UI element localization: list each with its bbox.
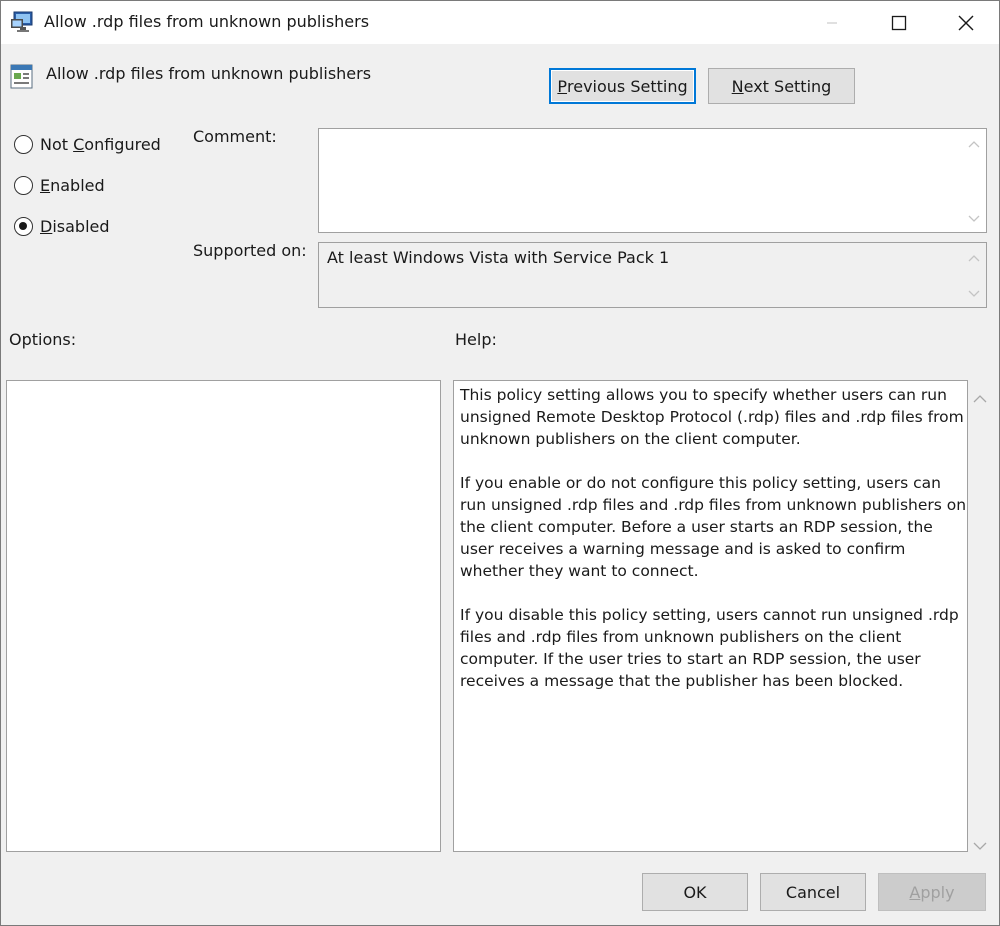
previous-setting-button[interactable]: Previous Setting xyxy=(549,68,696,104)
policy-setting-icon xyxy=(10,64,34,89)
radio-disabled[interactable]: Disabled xyxy=(14,215,110,237)
help-paragraph: If you enable or do not configure this p… xyxy=(460,474,967,580)
cancel-button[interactable]: Cancel xyxy=(760,873,866,911)
help-panel: This policy setting allows you to specif… xyxy=(453,380,968,852)
help-scroll-down-icon[interactable] xyxy=(973,836,987,855)
maximize-icon xyxy=(891,15,907,30)
radio-indicator xyxy=(14,175,33,195)
comment-label: Comment: xyxy=(193,127,277,146)
scroll-down-icon[interactable] xyxy=(967,212,981,226)
radio-label: Enabled xyxy=(40,175,105,195)
title-bar: Allow .rdp files from unknown publishers xyxy=(1,1,999,44)
radio-indicator xyxy=(14,216,33,236)
scroll-up-icon[interactable] xyxy=(967,251,981,265)
previous-setting-label: revious Setting xyxy=(567,76,688,96)
scroll-up-icon[interactable] xyxy=(967,137,981,151)
options-label: Options: xyxy=(9,330,77,349)
window-title: Allow .rdp files from unknown publishers xyxy=(44,12,370,31)
next-setting-label: ext Setting xyxy=(743,76,832,96)
options-panel xyxy=(6,380,441,852)
help-paragraph: This policy setting allows you to specif… xyxy=(460,386,964,448)
close-button[interactable] xyxy=(933,1,999,44)
help-text: This policy setting allows you to specif… xyxy=(460,384,967,714)
help-paragraph: If you disable this policy setting, user… xyxy=(460,606,959,690)
remote-desktop-icon xyxy=(11,11,35,33)
minimize-icon xyxy=(827,22,837,23)
help-scroll-up-icon[interactable] xyxy=(973,388,987,407)
ok-button[interactable]: OK xyxy=(642,873,748,911)
setting-title: Allow .rdp files from unknown publishers xyxy=(46,64,372,83)
apply-label: pply xyxy=(920,882,955,902)
help-label: Help: xyxy=(455,330,497,349)
policy-dialog: Allow .rdp files from unknown publishers… xyxy=(0,0,1000,926)
radio-indicator xyxy=(14,134,33,154)
comment-textarea[interactable] xyxy=(318,128,987,233)
supported-on-label: Supported on: xyxy=(193,241,307,260)
scroll-down-icon[interactable] xyxy=(967,287,981,301)
radio-enabled[interactable]: Enabled xyxy=(14,174,105,196)
supported-on-value: At least Windows Vista with Service Pack… xyxy=(327,248,670,267)
next-setting-accesskey: N xyxy=(731,76,744,96)
supported-on-field: At least Windows Vista with Service Pack… xyxy=(318,242,987,308)
next-setting-button[interactable]: Next Setting xyxy=(708,68,855,104)
previous-setting-accesskey: P xyxy=(557,76,568,96)
radio-label: Disabled xyxy=(40,216,110,236)
minimize-button[interactable] xyxy=(799,1,865,44)
close-icon xyxy=(958,15,974,30)
apply-button[interactable]: Apply xyxy=(878,873,986,911)
radio-label: Not Configured xyxy=(40,134,161,154)
radio-not-configured[interactable]: Not Configured xyxy=(14,133,161,155)
maximize-button[interactable] xyxy=(866,1,932,44)
apply-accesskey: A xyxy=(909,882,921,902)
